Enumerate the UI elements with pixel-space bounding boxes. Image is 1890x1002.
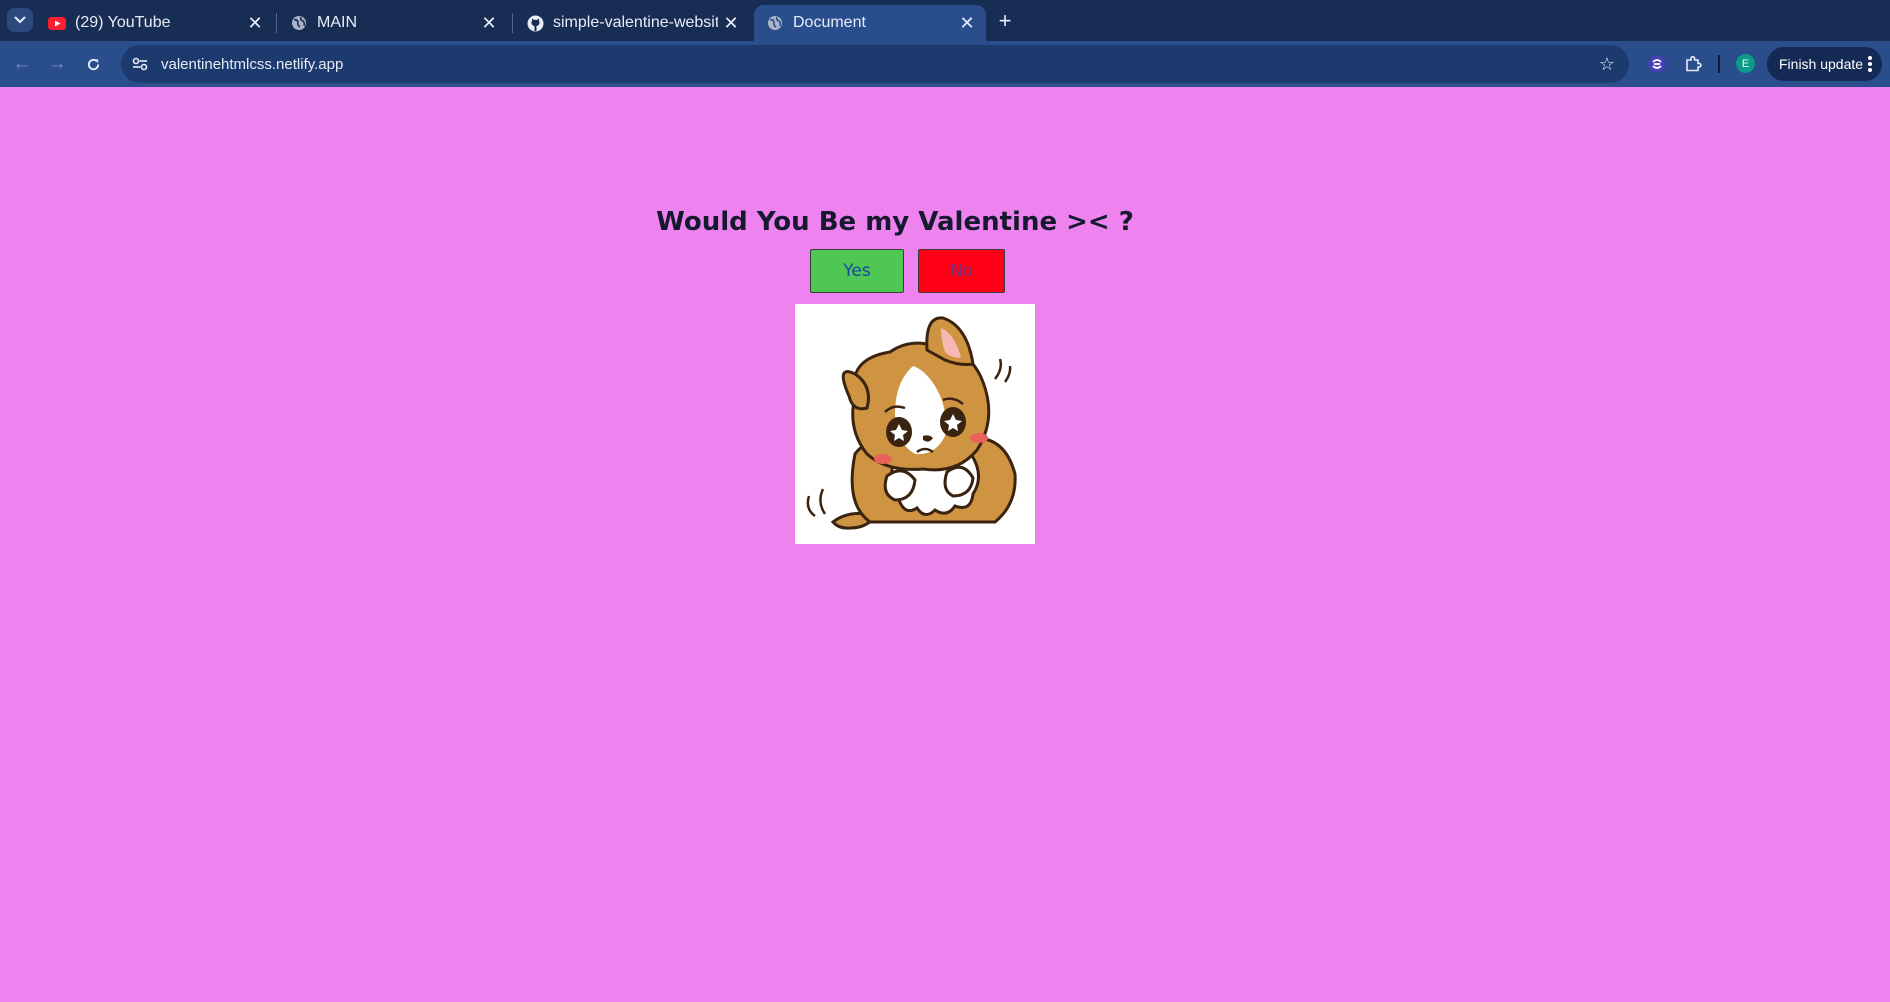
page-viewport: Would You Be my Valentine >< ? Yes No (0, 87, 1890, 1002)
tab-separator (512, 13, 513, 33)
bookmark-star-icon[interactable]: ☆ (1595, 52, 1619, 76)
tab-title: Document (793, 14, 866, 31)
plus-icon: + (998, 8, 1012, 33)
puppy-illustration (806, 316, 1017, 530)
back-button[interactable]: ← (7, 49, 37, 79)
browser-toolbar: ← → valentinehtmlcss.netlify.app ☆ E Fin… (0, 41, 1890, 87)
tab-separator (276, 13, 277, 33)
close-tab-icon[interactable]: ✕ (476, 10, 502, 36)
url-text: valentinehtmlcss.netlify.app (161, 55, 344, 73)
forward-button[interactable]: → (42, 49, 72, 79)
site-info-icon[interactable] (127, 51, 153, 77)
globe-icon (290, 14, 308, 32)
finish-update-label: Finish update (1779, 56, 1864, 72)
tab-search-button[interactable] (7, 8, 33, 32)
profile-avatar[interactable]: E (1736, 54, 1755, 73)
yes-button[interactable]: Yes (810, 249, 904, 293)
puppy-paw-left (883, 469, 917, 502)
globe-icon (766, 14, 784, 32)
reload-icon (87, 58, 99, 70)
puppy-blush-left (874, 454, 892, 464)
tab-github[interactable]: simple-valentine-website ✕ (514, 5, 750, 41)
extension-button[interactable] (1643, 50, 1671, 78)
valentine-question: Would You Be my Valentine >< ? (656, 207, 1134, 237)
close-tab-icon[interactable]: ✕ (954, 10, 980, 36)
extension-logo-icon (1648, 55, 1666, 73)
tab-strip: (29) YouTube ✕ MAIN ✕ simple-valentine-w… (0, 0, 1890, 41)
tab-title: simple-valentine-website (553, 14, 718, 31)
puppy-paw-right (943, 465, 975, 498)
close-tab-icon[interactable]: ✕ (718, 10, 744, 36)
tab-youtube[interactable]: (29) YouTube ✕ (36, 5, 274, 41)
shy-puppy-image (795, 304, 1035, 544)
chevron-down-icon (14, 16, 26, 24)
toolbar-separator (1718, 55, 1720, 73)
github-icon (526, 14, 544, 32)
youtube-icon (48, 14, 66, 32)
close-tab-icon[interactable]: ✕ (242, 10, 268, 36)
arrow-right-icon: → (47, 53, 67, 74)
extensions-menu-button[interactable] (1679, 50, 1707, 78)
reload-button[interactable] (78, 49, 108, 79)
finish-update-button[interactable]: Finish update (1767, 47, 1882, 81)
tab-title: MAIN (317, 14, 357, 31)
puppy-blush-right (970, 433, 988, 443)
new-tab-button[interactable]: + (990, 8, 1020, 34)
puzzle-icon (1686, 55, 1702, 72)
no-button[interactable]: No (918, 249, 1005, 293)
tab-title: (29) YouTube (75, 14, 171, 31)
arrow-left-icon: ← (12, 53, 32, 74)
tab-main[interactable]: MAIN ✕ (278, 5, 508, 41)
address-bar[interactable]: valentinehtmlcss.netlify.app ☆ (121, 45, 1629, 83)
more-vert-icon (1868, 56, 1872, 72)
tab-document[interactable]: Document ✕ (754, 5, 986, 41)
